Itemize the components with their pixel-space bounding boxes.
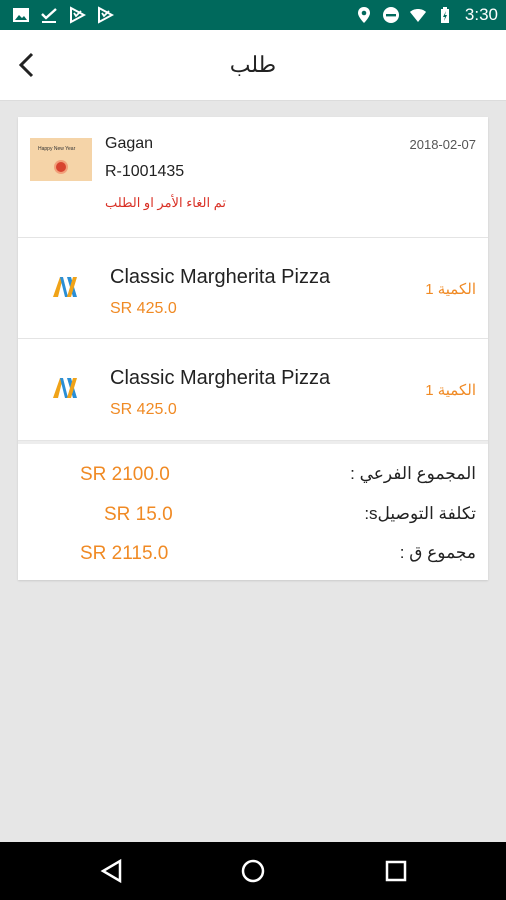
total-label: مجموع ق : xyxy=(399,543,476,562)
total-row: مجموع ق : SR 2115.0 xyxy=(18,543,488,573)
item-name: Classic Margherita Pizza xyxy=(110,266,331,288)
order-date: 2018-02-07 xyxy=(409,137,477,152)
subtotal-value: SR 2100.0 xyxy=(80,464,170,485)
order-header[interactable]: Happy New Year Gagan R-1001435 تم الغاء … xyxy=(18,117,488,238)
play-store-icon xyxy=(98,6,114,24)
download-done-icon xyxy=(41,8,57,23)
ax-logo-icon xyxy=(53,277,77,297)
nav-recent-apps-icon[interactable] xyxy=(382,857,410,885)
shop-thumbnail: Happy New Year xyxy=(30,138,92,181)
status-time: 3:30 xyxy=(464,5,498,24)
order-item[interactable]: Classic Margherita Pizza SR 425.0 الكمية… xyxy=(18,339,488,441)
ax-logo-icon xyxy=(53,378,77,398)
status-bar: 3:30 xyxy=(0,0,506,30)
order-card: Happy New Year Gagan R-1001435 تم الغاء … xyxy=(18,117,488,580)
nav-home-icon[interactable] xyxy=(239,857,267,885)
delivery-value: SR 15.0 xyxy=(104,504,173,525)
item-price: SR 425.0 xyxy=(110,300,177,317)
navigation-bar xyxy=(0,842,506,900)
thumbnail-text: Happy New Year xyxy=(38,146,76,152)
item-quantity: الكمية 1 xyxy=(425,281,476,298)
subtotal-label: المجموع الفرعي : xyxy=(350,464,476,483)
page-title: طلب xyxy=(229,52,277,77)
bell-ornament-icon xyxy=(56,162,66,172)
delivery-label: تكلفة التوصيلs: xyxy=(364,504,476,523)
item-quantity: الكمية 1 xyxy=(425,382,476,399)
item-name: Classic Margherita Pizza xyxy=(110,367,331,389)
order-number: R-1001435 xyxy=(105,163,185,180)
order-item[interactable]: Classic Margherita Pizza SR 425.0 الكمية… xyxy=(18,238,488,339)
battery-icon xyxy=(440,7,449,23)
do-not-disturb-icon xyxy=(382,7,399,23)
delivery-row: تكلفة التوصيلs: SR 15.0 xyxy=(18,504,488,534)
wifi-icon xyxy=(409,9,426,22)
order-totals: المجموع الفرعي : SR 2100.0 تكلفة التوصيل… xyxy=(18,441,488,583)
shop-name: Gagan xyxy=(105,135,154,152)
item-price: SR 425.0 xyxy=(110,401,177,418)
image-icon xyxy=(13,8,29,22)
notification-icons xyxy=(12,6,114,24)
nav-back-icon[interactable] xyxy=(98,857,126,885)
subtotal-row: المجموع الفرعي : SR 2100.0 xyxy=(18,464,488,494)
play-store-icon xyxy=(70,6,86,24)
order-status: تم الغاء الأمر او الطلب xyxy=(105,195,226,210)
location-icon xyxy=(357,7,370,23)
total-value: SR 2115.0 xyxy=(80,543,169,564)
system-icons: 3:30 xyxy=(355,5,498,25)
app-bar: طلب xyxy=(0,30,506,101)
